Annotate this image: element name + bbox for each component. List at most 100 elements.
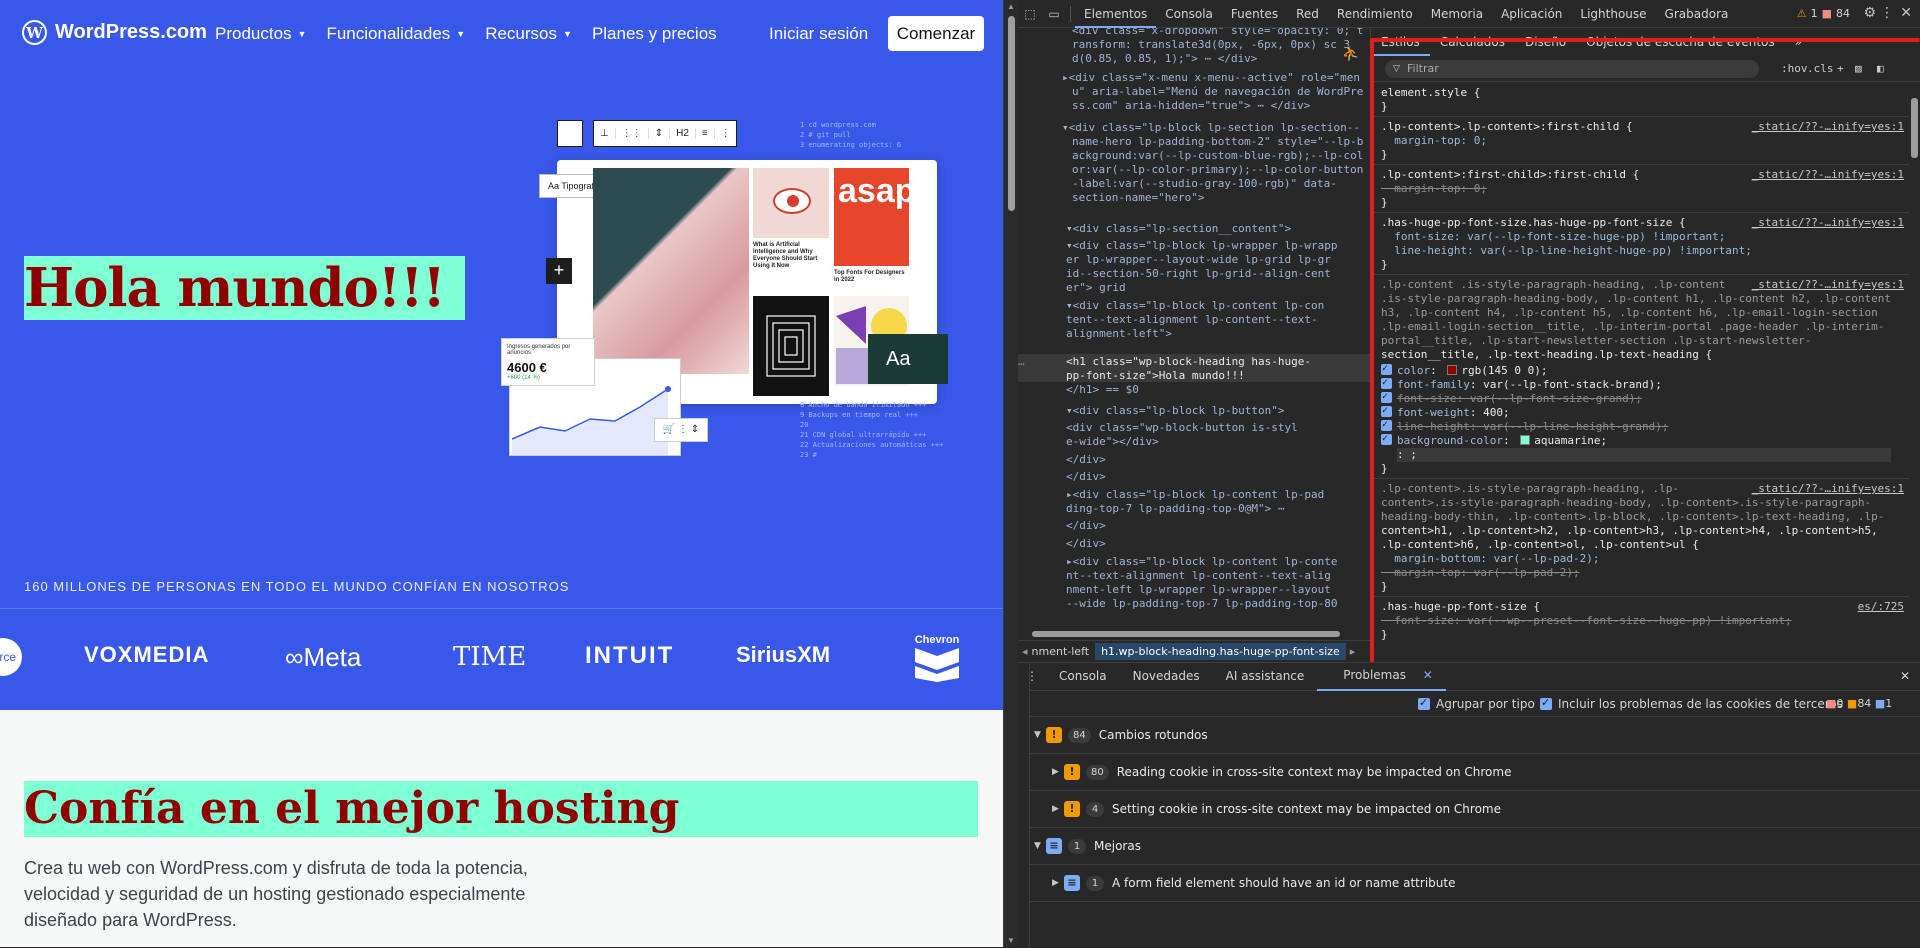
checkbox[interactable] (1540, 696, 1552, 710)
rule-selector[interactable]: .has-huge-pp-font-size { (1381, 600, 1901, 614)
enable-checkbox[interactable] (1381, 418, 1392, 432)
tab-red[interactable]: Red (1287, 0, 1328, 28)
declaration[interactable]: font-family: var(--lp-font-stack-brand); (1381, 376, 1901, 392)
hov-button[interactable]: :hov (1781, 62, 1808, 75)
dom-line-selected[interactable]: <h1 class="wp-block-heading has-huge- (1066, 355, 1311, 369)
color-swatch[interactable] (1520, 435, 1531, 445)
problem-item[interactable]: ▶ ≡ 1 A form field element should have a… (1018, 865, 1920, 902)
problem-group-improvements[interactable]: ▼ ≡ 1 Mejoras (1018, 828, 1920, 865)
nav-recursos[interactable]: Recursos ▼ (485, 24, 572, 44)
drawer-tab-consola[interactable]: Consola (1046, 663, 1120, 690)
dom-line[interactable]: -label:var(--studio-gray-100-rgb)" data- (1072, 177, 1337, 191)
tab-diseno[interactable]: Diseño (1515, 28, 1576, 56)
declaration[interactable]: font-size: var(--lp-font-size-huge-pp) !… (1381, 230, 1725, 243)
declaration[interactable]: line-height: var(--lp-line-height-huge-p… (1381, 244, 1752, 257)
tab-memoria[interactable]: Memoria (1422, 0, 1492, 28)
dom-line[interactable]: ▾<div class="lp-section__content"> (1066, 222, 1291, 236)
dom-line[interactable]: ss.com" aria-hidden="true"> ⋯ </div> (1072, 99, 1310, 113)
drawer-tab-ai[interactable]: AI assistance (1213, 663, 1318, 690)
dom-line[interactable]: alignment-left"> (1066, 327, 1172, 341)
rule-source-link[interactable]: _static/??-…inify=yes:1 (1752, 216, 1904, 230)
device-toggle-icon[interactable]: ▭ (1042, 7, 1066, 21)
dom-line[interactable]: or:var(--lp-color-primary);--lp-color-bu… (1072, 163, 1363, 177)
group-by-type-toggle[interactable]: Agrupar por tipo (1418, 696, 1535, 711)
rule-source-link[interactable]: es/:725 (1858, 600, 1904, 614)
expand-right-icon[interactable]: ▶ (1052, 767, 1064, 777)
declaration[interactable]: margin-bottom: var(--lp-pad-2); (1381, 552, 1599, 565)
drawer-tab-problemas[interactable]: Problemas ✕ (1317, 662, 1446, 691)
new-declaration-input[interactable]: : ; (1397, 448, 1891, 462)
enable-checkbox[interactable] (1381, 390, 1392, 404)
dom-line[interactable]: ▾<div class="lp-block lp-content lp-con (1066, 299, 1324, 313)
dom-line[interactable]: d(0.85, 0.85, 1);"> ⋯ </div> (1072, 52, 1257, 66)
dom-line[interactable]: </div> (1066, 470, 1106, 484)
rule-source-link[interactable]: _static/??-…inify=yes:1 (1752, 168, 1904, 182)
dom-hscroll[interactable] (1024, 630, 1364, 638)
dom-line[interactable]: </div> (1066, 537, 1106, 551)
declaration-overridden[interactable]: font-size: var(--lp-font-size-grand); (1381, 390, 1901, 406)
dom-line[interactable]: nt--text-alignment lp-content--text-alig (1066, 569, 1331, 583)
checkbox[interactable] (1418, 696, 1430, 710)
tab-consola[interactable]: Consola (1156, 0, 1222, 28)
accessibility-icon[interactable]: ⛹ (1342, 47, 1359, 62)
wordpress-logo[interactable]: W WordPress.com (22, 20, 207, 45)
more-tabs-icon[interactable]: » (1785, 28, 1812, 56)
dom-line-selected[interactable]: pp-font-size">Hola mundo!!! (1066, 369, 1245, 383)
scroll-down-icon[interactable]: ▼ (1007, 936, 1015, 945)
expand-down-icon[interactable]: ▼ (1034, 730, 1046, 740)
dom-line[interactable]: </h1> == $0 (1066, 383, 1139, 397)
enable-checkbox[interactable] (1381, 432, 1392, 446)
dom-line[interactable]: id--section-50-right lp-grid--align-cent (1066, 267, 1331, 281)
dom-line[interactable]: ▸<div class="x-menu x-menu--active" role… (1062, 71, 1360, 85)
expand-right-icon[interactable]: ▶ (1052, 878, 1064, 888)
expand-right-icon[interactable]: ▶ (1052, 804, 1064, 814)
dom-line[interactable]: ackground:var(--lp-custom-blue-rgb);--lp… (1072, 149, 1363, 163)
dom-line[interactable]: --wide lp-padding-top-7 lp-padding-top-8… (1066, 597, 1338, 611)
color-swatch[interactable] (1447, 365, 1458, 375)
enable-checkbox[interactable] (1381, 362, 1392, 376)
tab-event-listeners[interactable]: Objetos de escucha de eventos (1576, 28, 1785, 56)
problem-item[interactable]: ▶ ! 80 Reading cookie in cross-site cont… (1018, 754, 1920, 791)
dom-line[interactable]: <div class="x-dropdown" style="opacity: … (1072, 28, 1363, 38)
declaration[interactable]: background-color: aquamarine; (1381, 432, 1901, 448)
declaration-overridden[interactable]: font-size: var(--wp--preset--font-size--… (1381, 614, 1791, 627)
issue-badges[interactable]: ⚠ 1 ■ 84 (1797, 7, 1850, 20)
styles-scrollbar[interactable] (1909, 84, 1920, 662)
crumb-left-icon[interactable]: ◂ (1018, 645, 1032, 658)
enable-checkbox[interactable] (1381, 376, 1392, 390)
dom-line[interactable]: er"> grid (1066, 281, 1126, 295)
dom-line[interactable]: </div> (1066, 453, 1106, 467)
problem-group-breaking[interactable]: ▼ ! 84 Cambios rotundos (1018, 717, 1920, 754)
dom-line[interactable]: nment-left lp-wrapper lp-wrapper--layout (1066, 583, 1331, 597)
dom-line[interactable]: name-hero lp-padding-bottom-2" style="--… (1072, 135, 1363, 149)
rule-selector[interactable]: element.style { (1381, 86, 1901, 100)
dom-line[interactable]: ▸<div class="lp-block lp-content lp-cont… (1066, 555, 1338, 569)
rule-source-link[interactable]: _static/??-…inify=yes:1 (1752, 482, 1904, 496)
login-link[interactable]: Iniciar sesión (769, 24, 868, 44)
declaration-overridden[interactable]: margin-top: 0; (1381, 182, 1487, 195)
tab-estilos[interactable]: Estilos (1371, 28, 1430, 56)
third-party-toggle[interactable]: Incluir los problemas de las cookies de … (1540, 696, 1843, 711)
dom-line[interactable]: ▾<div class="lp-block lp-wrapper lp-wrap… (1066, 239, 1338, 253)
dom-line[interactable]: ▾<div class="lp-block lp-button"> (1066, 404, 1285, 418)
close-drawer-icon[interactable]: ✕ (1887, 663, 1920, 690)
paint-icon[interactable]: ▨ (1855, 62, 1862, 75)
kebab-menu-icon[interactable]: ⋮ (1880, 5, 1894, 21)
dom-line[interactable]: </div> (1066, 519, 1106, 533)
rule-source-link[interactable]: _static/??-…inify=yes:1 (1752, 278, 1904, 292)
dom-line[interactable]: ▾<div class="lp-block lp-section lp-sect… (1062, 121, 1360, 135)
dom-line[interactable]: er lp-wrapper--layout-wide lp-grid lp-gr (1066, 253, 1331, 267)
declaration[interactable]: font-weight: 400; (1381, 404, 1901, 420)
tab-rendimiento[interactable]: Rendimiento (1328, 0, 1422, 28)
dom-line[interactable]: ding-top-7 lp-padding-top-0@M"> ⋯ (1066, 502, 1285, 516)
declaration[interactable]: margin-top: 0; (1381, 134, 1487, 147)
dom-line[interactable]: section-name="hero"> (1072, 191, 1204, 205)
tab-aplicacion[interactable]: Aplicación (1492, 0, 1571, 28)
dom-line[interactable]: <div class="wp-block-button is-styl (1066, 421, 1298, 435)
computed-sidebar-icon[interactable]: ◧ (1877, 62, 1884, 75)
declaration[interactable]: color: rgb(145 0 0); (1381, 362, 1901, 378)
problem-item[interactable]: ▶ ! 4 Setting cookie in cross-site conte… (1018, 791, 1920, 828)
start-button[interactable]: Comenzar (888, 16, 984, 51)
ellipsis-icon[interactable]: … (1018, 355, 1025, 369)
declaration-overridden[interactable]: margin-top: var(--lp-pad-2); (1381, 566, 1579, 579)
